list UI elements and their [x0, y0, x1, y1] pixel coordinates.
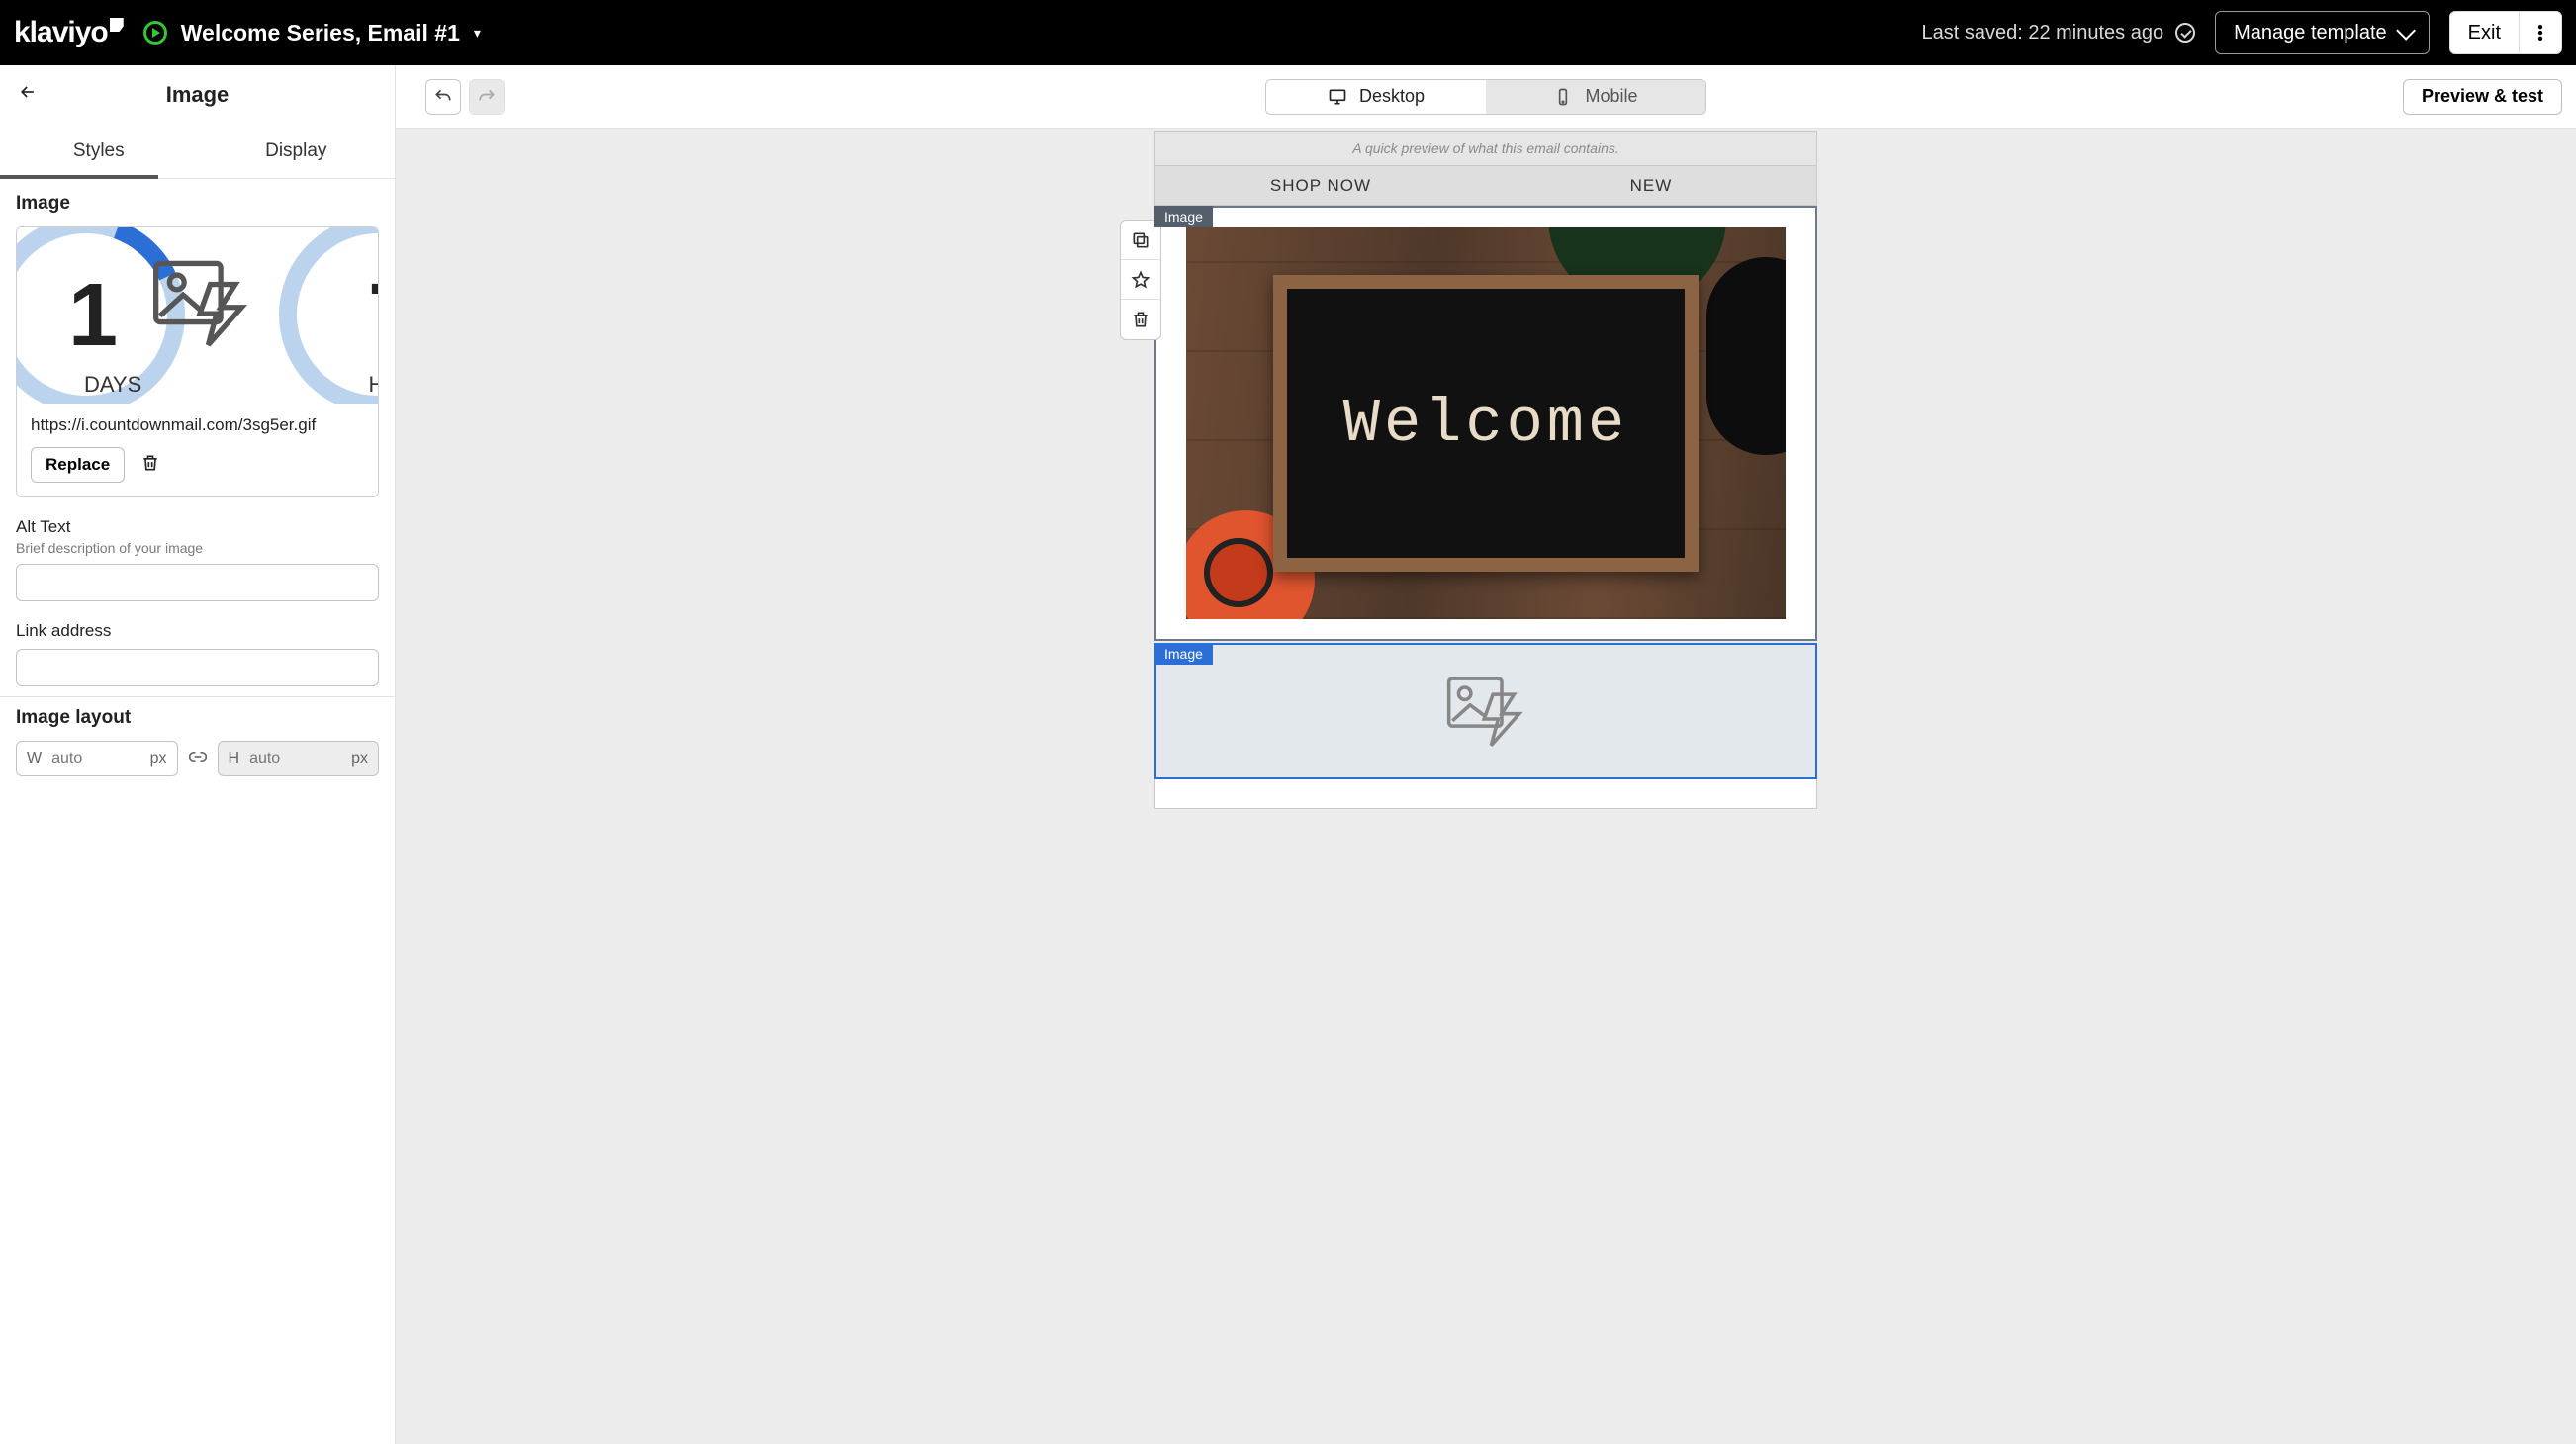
letter-board: Welcome	[1273, 275, 1699, 572]
back-button[interactable]	[18, 81, 38, 109]
email-nav-row[interactable]: SHOP NOW NEW	[1154, 166, 1817, 206]
image-url-text: https://i.countdownmail.com/3sg5er.gif	[17, 404, 378, 447]
image-actions: Replace	[17, 447, 378, 496]
dimension-row: W auto px H auto px	[16, 741, 379, 776]
arrow-left-icon	[18, 82, 38, 102]
logo-text: klaviyo	[14, 16, 108, 49]
desktop-icon	[1328, 87, 1347, 107]
width-value: auto	[51, 750, 82, 767]
last-saved-text: Last saved: 22 minutes ago	[1922, 22, 2164, 45]
more-options-button[interactable]	[2519, 11, 2562, 54]
section-image-heading: Image	[16, 193, 379, 215]
device-desktop-label: Desktop	[1359, 86, 1425, 107]
hero-image: Welcome	[1186, 227, 1786, 619]
campaign-title: Welcome Series, Email #1	[181, 20, 460, 46]
exit-button-group: Exit	[2449, 11, 2562, 54]
device-mobile-tab[interactable]: Mobile	[1486, 80, 1705, 114]
check-circle-icon	[2175, 23, 2195, 43]
mobile-icon	[1553, 87, 1573, 107]
countdown-ring-hours	[279, 227, 378, 404]
height-value: auto	[249, 750, 280, 767]
alt-text-help: Brief description of your image	[16, 540, 379, 556]
undo-icon	[433, 87, 453, 107]
link-address-input[interactable]	[16, 649, 379, 686]
kebab-icon	[2530, 23, 2550, 43]
trash-icon	[140, 453, 160, 473]
delete-image-button[interactable]	[140, 453, 160, 478]
preview-test-button[interactable]: Preview & test	[2403, 79, 2562, 115]
star-icon	[1131, 270, 1150, 290]
alt-text-label: Alt Text	[16, 517, 379, 537]
preview-test-wrap: Preview & test	[2403, 79, 2562, 115]
device-toggle: Desktop Mobile	[1265, 79, 1706, 115]
save-block-button[interactable]	[1121, 260, 1160, 300]
countdown-hours-value: 7	[368, 265, 378, 367]
manage-template-button[interactable]: Manage template	[2215, 11, 2430, 54]
tab-styles[interactable]: Styles	[0, 125, 198, 178]
exit-label: Exit	[2468, 22, 2501, 45]
hero-image-block[interactable]: Image Welcome	[1154, 206, 1817, 641]
alt-text-input[interactable]	[16, 564, 379, 601]
exit-button[interactable]: Exit	[2449, 11, 2520, 54]
link-icon	[188, 747, 208, 767]
inspector-tabs: Styles Display	[0, 125, 395, 179]
device-mobile-label: Mobile	[1585, 86, 1637, 107]
block-tag-selected: Image	[1154, 643, 1213, 665]
email-body-continuation[interactable]	[1154, 779, 1817, 809]
dynamic-image-icon	[145, 255, 254, 354]
panel-title: Image	[166, 82, 230, 108]
logo-flag-icon	[110, 18, 124, 32]
height-lead: H	[229, 750, 240, 767]
link-address-label: Link address	[16, 621, 379, 641]
selected-image-block[interactable]: Image	[1154, 643, 1817, 779]
canvas-toolbar: Desktop Mobile Preview & test	[396, 65, 2576, 129]
hero-headline: Welcome	[1343, 389, 1628, 459]
panel-header: Image	[0, 65, 395, 125]
image-layout-heading: Image layout	[16, 707, 379, 729]
main-area: Image Styles Display Image 1 7 DAYS HOUR…	[0, 65, 2576, 1444]
width-lead: W	[27, 750, 42, 767]
undo-button[interactable]	[425, 79, 461, 115]
section-divider	[0, 696, 395, 697]
caret-down-icon[interactable]: ▾	[474, 25, 481, 42]
image-thumbnail[interactable]: 1 7 DAYS HOURS	[17, 227, 378, 404]
countdown-days-label: DAYS	[84, 372, 141, 398]
duplicate-icon	[1131, 230, 1150, 250]
nav-link-new[interactable]: NEW	[1486, 176, 1816, 196]
aspect-lock-button[interactable]	[188, 747, 208, 771]
chevron-down-icon	[2396, 21, 2416, 41]
width-input[interactable]: W auto px	[16, 741, 178, 776]
dark-object-decoration	[1706, 257, 1786, 455]
trash-icon	[1131, 310, 1150, 329]
app-logo: klaviyo	[14, 16, 124, 49]
redo-button[interactable]	[469, 79, 505, 115]
campaign-title-group[interactable]: Welcome Series, Email #1 ▾	[143, 20, 481, 46]
countdown-days-value: 1	[68, 265, 118, 367]
play-icon	[143, 21, 167, 45]
dynamic-image-placeholder-icon	[1441, 672, 1530, 751]
nav-link-shop-now[interactable]: SHOP NOW	[1155, 176, 1486, 196]
manage-template-label: Manage template	[2234, 22, 2387, 45]
email-frame: A quick preview of what this email conta…	[1154, 131, 1817, 809]
device-desktop-tab[interactable]: Desktop	[1266, 80, 1486, 114]
history-controls	[425, 79, 505, 115]
canvas[interactable]: Desktop Mobile Preview & test A quick pr…	[396, 65, 2576, 1444]
last-saved-status: Last saved: 22 minutes ago	[1922, 22, 2196, 45]
image-card: 1 7 DAYS HOURS https://i.countdownmail.c…	[16, 226, 379, 497]
preview-text-strip[interactable]: A quick preview of what this email conta…	[1154, 131, 1817, 166]
block-tag-hero: Image	[1154, 206, 1213, 227]
replace-image-button[interactable]: Replace	[31, 447, 125, 483]
height-unit: px	[351, 750, 368, 767]
countdown-hours-label: HOURS	[369, 372, 378, 398]
inspector-sidebar: Image Styles Display Image 1 7 DAYS HOUR…	[0, 65, 396, 1444]
width-unit: px	[150, 750, 167, 767]
section-image: Image 1 7 DAYS HOURS https://i.countdown…	[0, 179, 395, 790]
redo-icon	[477, 87, 497, 107]
block-floating-toolbar	[1120, 220, 1161, 340]
delete-block-button[interactable]	[1121, 300, 1160, 339]
top-bar: klaviyo Welcome Series, Email #1 ▾ Last …	[0, 0, 2576, 65]
letter-board-face: Welcome	[1287, 289, 1685, 558]
height-input[interactable]: H auto px	[218, 741, 380, 776]
tab-display[interactable]: Display	[198, 125, 396, 178]
